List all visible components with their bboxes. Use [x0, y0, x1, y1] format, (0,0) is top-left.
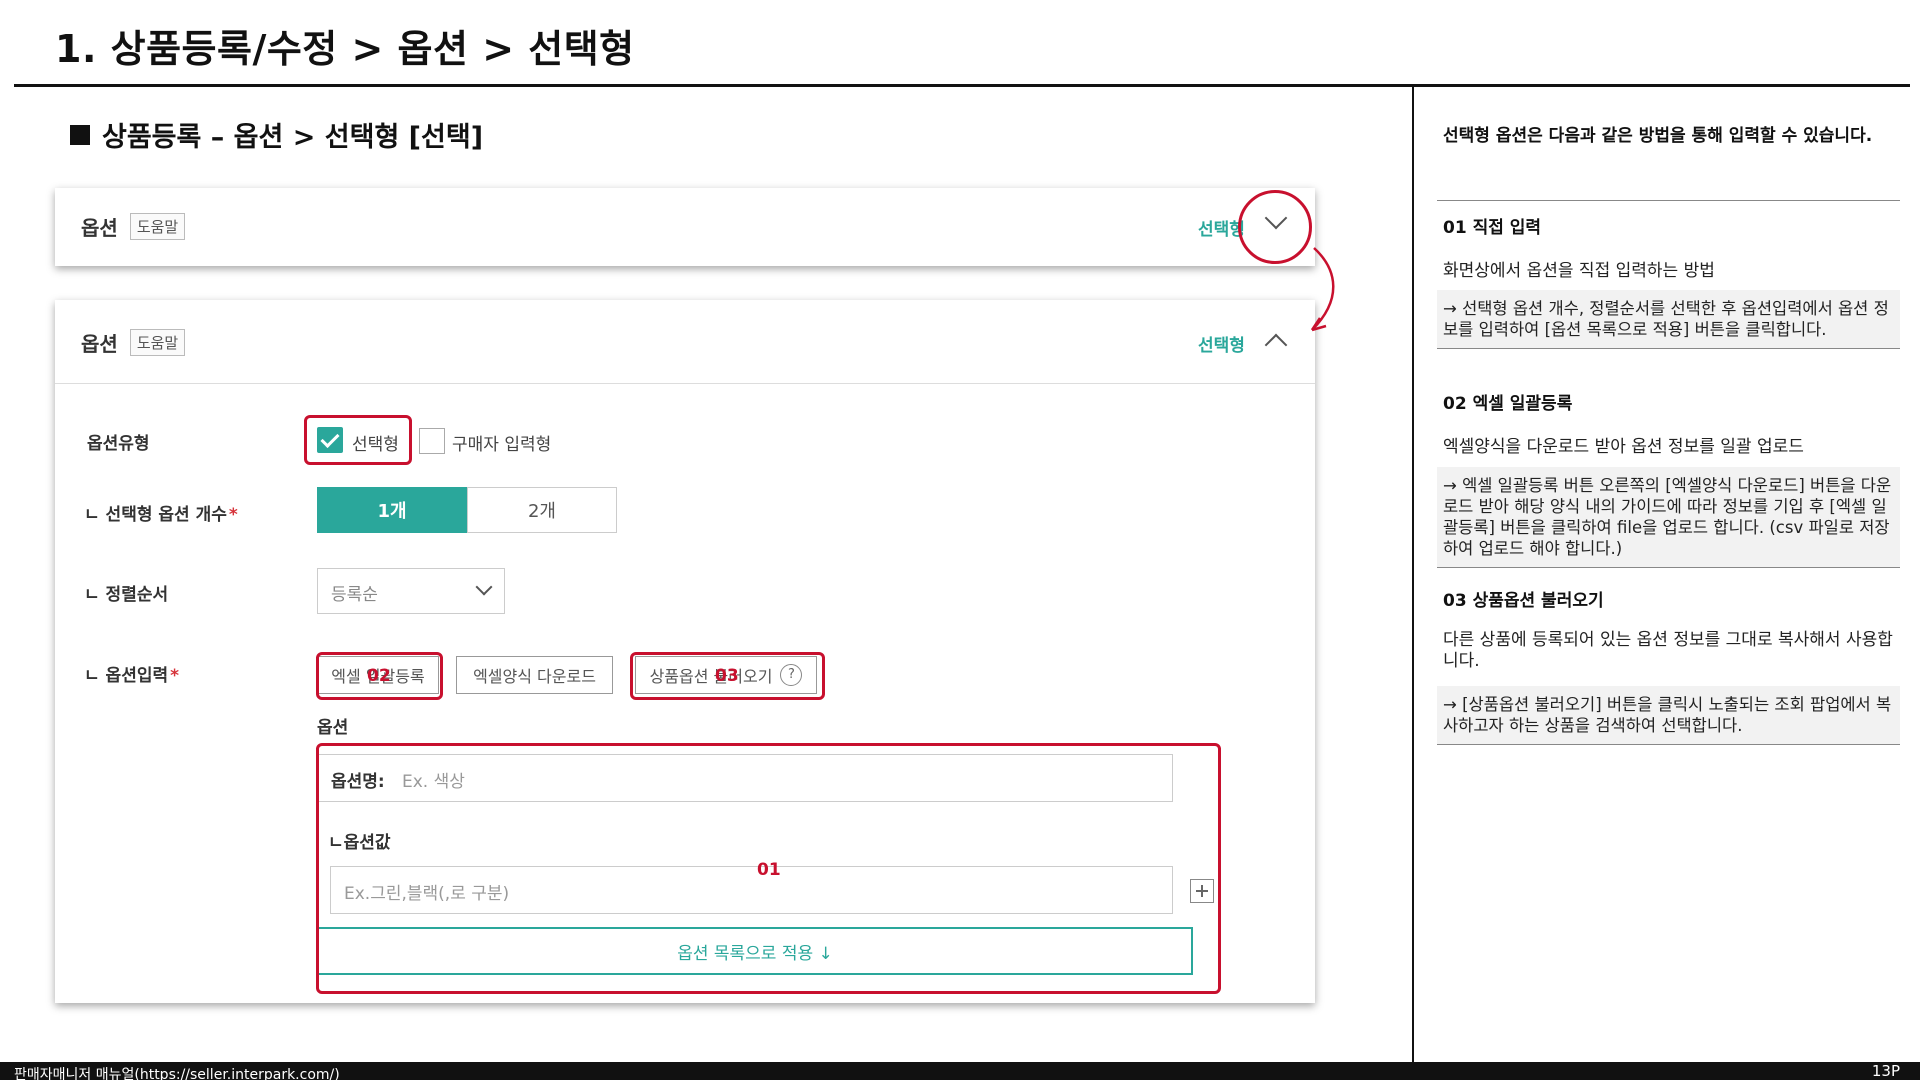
note-03-detail: → [상품옵션 불러오기] 버튼을 클릭시 노출되는 조회 팝업에서 복사하고자… [1437, 686, 1900, 745]
square-bullet-icon [70, 124, 90, 145]
notes-intro: 선택형 옵션은 다음과 같은 방법을 통해 입력할 수 있습니다. [1443, 126, 1873, 146]
note-02-summary: 엑셀양식을 다운로드 받아 옵션 정보를 일괄 업로드 [1443, 437, 1804, 457]
sort-order-label: ㄴ 정렬순서 [84, 585, 169, 605]
option-card-collapsed: 옵션 도움말 선택형 [55, 188, 1315, 266]
card-header: 옵션 도움말 [81, 328, 186, 357]
option-type-label: 옵션유형 [87, 434, 150, 454]
note-02-heading: 02 엑셀 일괄등록 [1443, 394, 1573, 414]
option-type-buyer-input-label[interactable]: 구매자 입력형 [452, 430, 551, 455]
notes-divider [1437, 200, 1900, 201]
vertical-divider [1412, 87, 1414, 1062]
help-button[interactable]: 도움말 [129, 213, 186, 240]
annotation-arrow-icon [1310, 247, 1335, 332]
option-input-label: ㄴ 옵션입력 * [84, 666, 180, 686]
footer-manual-link[interactable]: 판매자매니저 매뉴얼(https://seller.interpark.com/… [14, 1064, 340, 1084]
section-title-text: 상품등록 – 옵션 > 선택형 [선택] [102, 122, 484, 153]
checkbox-buyer-input[interactable] [419, 428, 445, 454]
required-mark: * [170, 666, 180, 686]
note-01-detail: → 선택형 옵션 개수, 정렬순서를 선택한 후 옵션입력에서 옵션 정보를 입… [1437, 290, 1900, 349]
options-heading: 옵션 [317, 718, 349, 738]
note-01-summary: 화면상에서 옵션을 직접 입력하는 방법 [1443, 261, 1715, 281]
chevron-down-icon [475, 578, 493, 596]
annotation-number-03: 03 [715, 666, 739, 686]
sort-order-select[interactable]: 등록순 [317, 568, 505, 614]
card-header: 옵션 도움말 [81, 212, 186, 241]
card-divider [55, 383, 1315, 384]
card-title: 옵션 [81, 332, 118, 356]
note-03-heading: 03 상품옵션 불러오기 [1443, 591, 1604, 611]
sort-order-value: 등록순 [331, 585, 378, 605]
note-03-summary: 다른 상품에 등록되어 있는 옵션 정보를 그대로 복사해서 사용합니다. [1443, 630, 1893, 671]
page-number: 13P [1871, 1062, 1900, 1080]
note-01-heading: 01 직접 입력 [1443, 218, 1542, 238]
excel-template-download-button[interactable]: 엑셀양식 다운로드 [456, 656, 613, 694]
note-02-detail: → 엑셀 일괄등록 버튼 오른쪽의 [엑셀양식 다운로드] 버튼을 다운로드 받… [1437, 467, 1900, 568]
help-button[interactable]: 도움말 [129, 329, 186, 356]
section-title: 상품등록 – 옵션 > 선택형 [선택] [70, 115, 483, 154]
required-mark: * [228, 505, 238, 525]
annotation-box-option-type [304, 415, 412, 465]
annotation-number-01: 01 [757, 860, 781, 880]
top-divider [14, 84, 1910, 87]
annotation-number-02: 02 [367, 666, 391, 686]
footer-bar: 판매자매니저 매뉴얼(https://seller.interpark.com/… [0, 1062, 1920, 1083]
count-option-2[interactable]: 2개 [467, 487, 617, 533]
page-title: 1. 상품등록/수정 > 옵션 > 선택형 [55, 27, 635, 71]
chevron-up-icon[interactable] [1264, 333, 1288, 357]
option-type-indicator: 선택형 [1198, 336, 1245, 356]
option-count-label: ㄴ 선택형 옵션 개수 * [84, 505, 238, 525]
card-title: 옵션 [81, 216, 118, 240]
count-option-1[interactable]: 1개 [317, 487, 467, 533]
